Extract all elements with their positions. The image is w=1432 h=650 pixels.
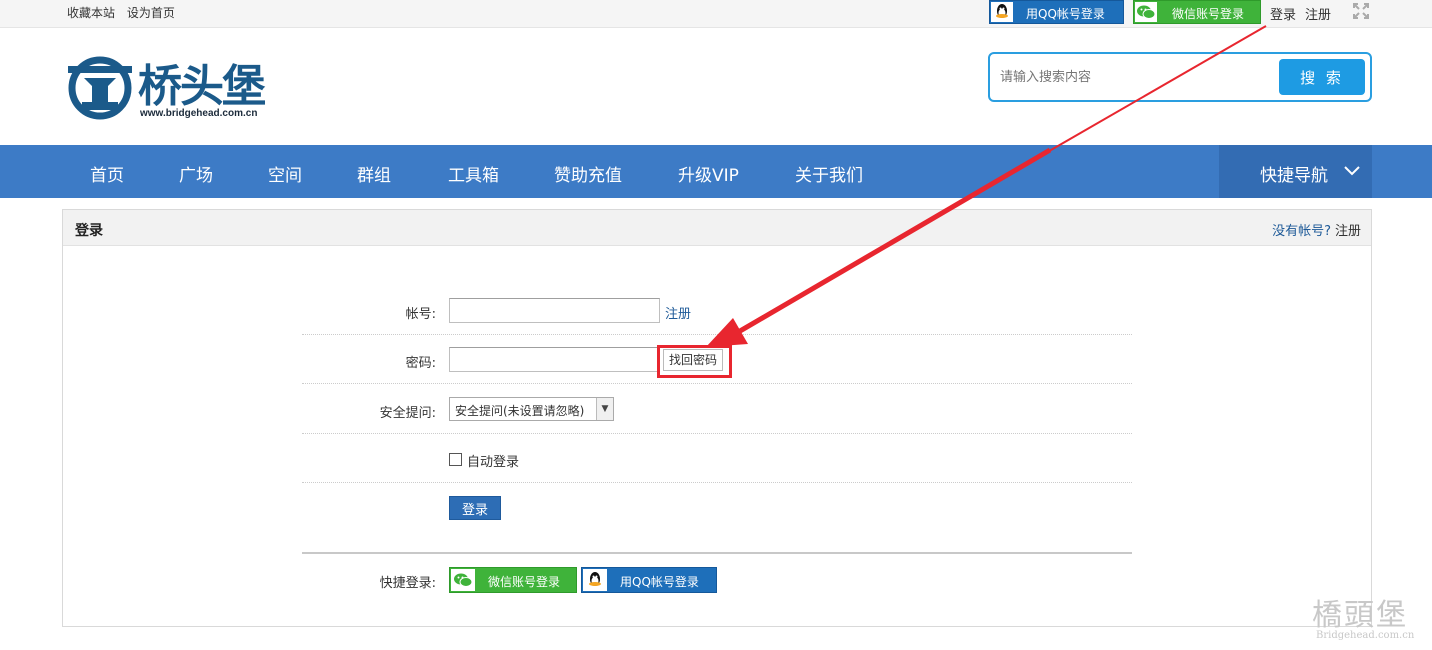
panel-register-link[interactable]: 注册 (1335, 224, 1361, 239)
login-submit-button[interactable]: 登录 (449, 496, 501, 520)
divider (302, 433, 1132, 434)
divider (302, 482, 1132, 483)
qq-login-label: 用QQ帐号登录 (620, 575, 699, 589)
search-input[interactable] (1000, 66, 1270, 88)
wechat-login-button[interactable]: 微信账号登录 (449, 567, 577, 593)
logo-url: www.bridgehead.com.cn (140, 108, 258, 119)
wechat-icon (451, 569, 475, 591)
divider-solid (302, 552, 1132, 554)
quick-nav-label: 快捷导航 (1260, 166, 1328, 186)
panel-title: 登录 (75, 223, 103, 239)
favorite-link[interactable]: 收藏本站 (67, 6, 115, 20)
search-box: 搜 索 (988, 52, 1372, 102)
fullscreen-icon[interactable] (1352, 3, 1370, 21)
site-logo[interactable]: 桥头堡 www.bridgehead.com.cn (66, 52, 271, 124)
nav-item-square[interactable]: 广场 (179, 161, 213, 186)
logo-text: 桥头堡 (138, 61, 266, 112)
qq-login-button[interactable]: 用QQ帐号登录 (581, 567, 717, 593)
set-home-link[interactable]: 设为首页 (127, 6, 175, 20)
qq-login-label: 用QQ帐号登录 (1026, 7, 1105, 21)
watermark-cn: 橋頭堡 (1312, 598, 1408, 633)
search-button[interactable]: 搜 索 (1279, 59, 1365, 95)
annotation-highlight-box (657, 345, 732, 378)
no-account-link[interactable]: 没有帐号? (1272, 224, 1331, 239)
top-register-link[interactable]: 注册 (1305, 4, 1331, 23)
security-question-select[interactable]: 安全提问(未设置请忽略) ▼ (449, 397, 614, 421)
security-question-value: 安全提问(未设置请忽略) (455, 404, 585, 418)
nav-item-home[interactable]: 首页 (90, 161, 124, 186)
account-input[interactable] (449, 298, 660, 323)
wechat-login-button-top[interactable]: 微信账号登录 (1133, 0, 1261, 24)
top-links: 收藏本站 设为首页 (67, 4, 183, 21)
wechat-login-label: 微信账号登录 (488, 575, 561, 589)
qq-icon (583, 569, 607, 591)
quick-login-label: 快捷登录: (379, 576, 436, 591)
main-nav: 首页 广场 空间 群组 工具箱 赞助充值 升级VIP 关于我们 快捷导航 (0, 145, 1432, 198)
nav-item-about[interactable]: 关于我们 (795, 161, 863, 186)
watermark-en: Bridgehead.com.cn (1316, 630, 1415, 641)
watermark: 橋頭堡 Bridgehead.com.cn (1312, 590, 1427, 645)
password-label: 密码: (405, 356, 436, 371)
security-question-label: 安全提问: (379, 406, 436, 421)
password-input[interactable] (449, 347, 660, 372)
nav-item-vip[interactable]: 升级VIP (678, 161, 739, 186)
wechat-login-label: 微信账号登录 (1172, 7, 1245, 21)
nav-item-groups[interactable]: 群组 (357, 161, 391, 186)
qq-login-button-top[interactable]: 用QQ帐号登录 (989, 0, 1124, 24)
nav-item-space[interactable]: 空间 (268, 161, 302, 186)
qq-icon (991, 2, 1013, 22)
quick-nav-button[interactable]: 快捷导航 (1219, 145, 1372, 198)
account-register-link[interactable]: 注册 (665, 303, 691, 322)
chevron-down-icon (1344, 166, 1360, 176)
wechat-icon (1135, 2, 1157, 22)
top-bar: 收藏本站 设为首页 用QQ帐号登录 微信账号登录 登录 注册 (0, 0, 1432, 28)
auto-login-label: 自动登录 (467, 455, 520, 470)
divider (302, 383, 1132, 384)
bridge-logo-icon (68, 56, 132, 120)
panel-header: 登录 没有帐号? 注册 (63, 210, 1371, 246)
account-label: 帐号: (405, 307, 436, 322)
auto-login-checkbox[interactable] (449, 453, 462, 466)
no-account-links: 没有帐号? 注册 (1272, 220, 1361, 239)
nav-item-donate[interactable]: 赞助充值 (554, 161, 622, 186)
nav-item-toolbox[interactable]: 工具箱 (448, 161, 499, 186)
top-login-link[interactable]: 登录 (1270, 4, 1296, 23)
divider (302, 334, 1132, 335)
dropdown-arrow-icon: ▼ (596, 398, 613, 420)
